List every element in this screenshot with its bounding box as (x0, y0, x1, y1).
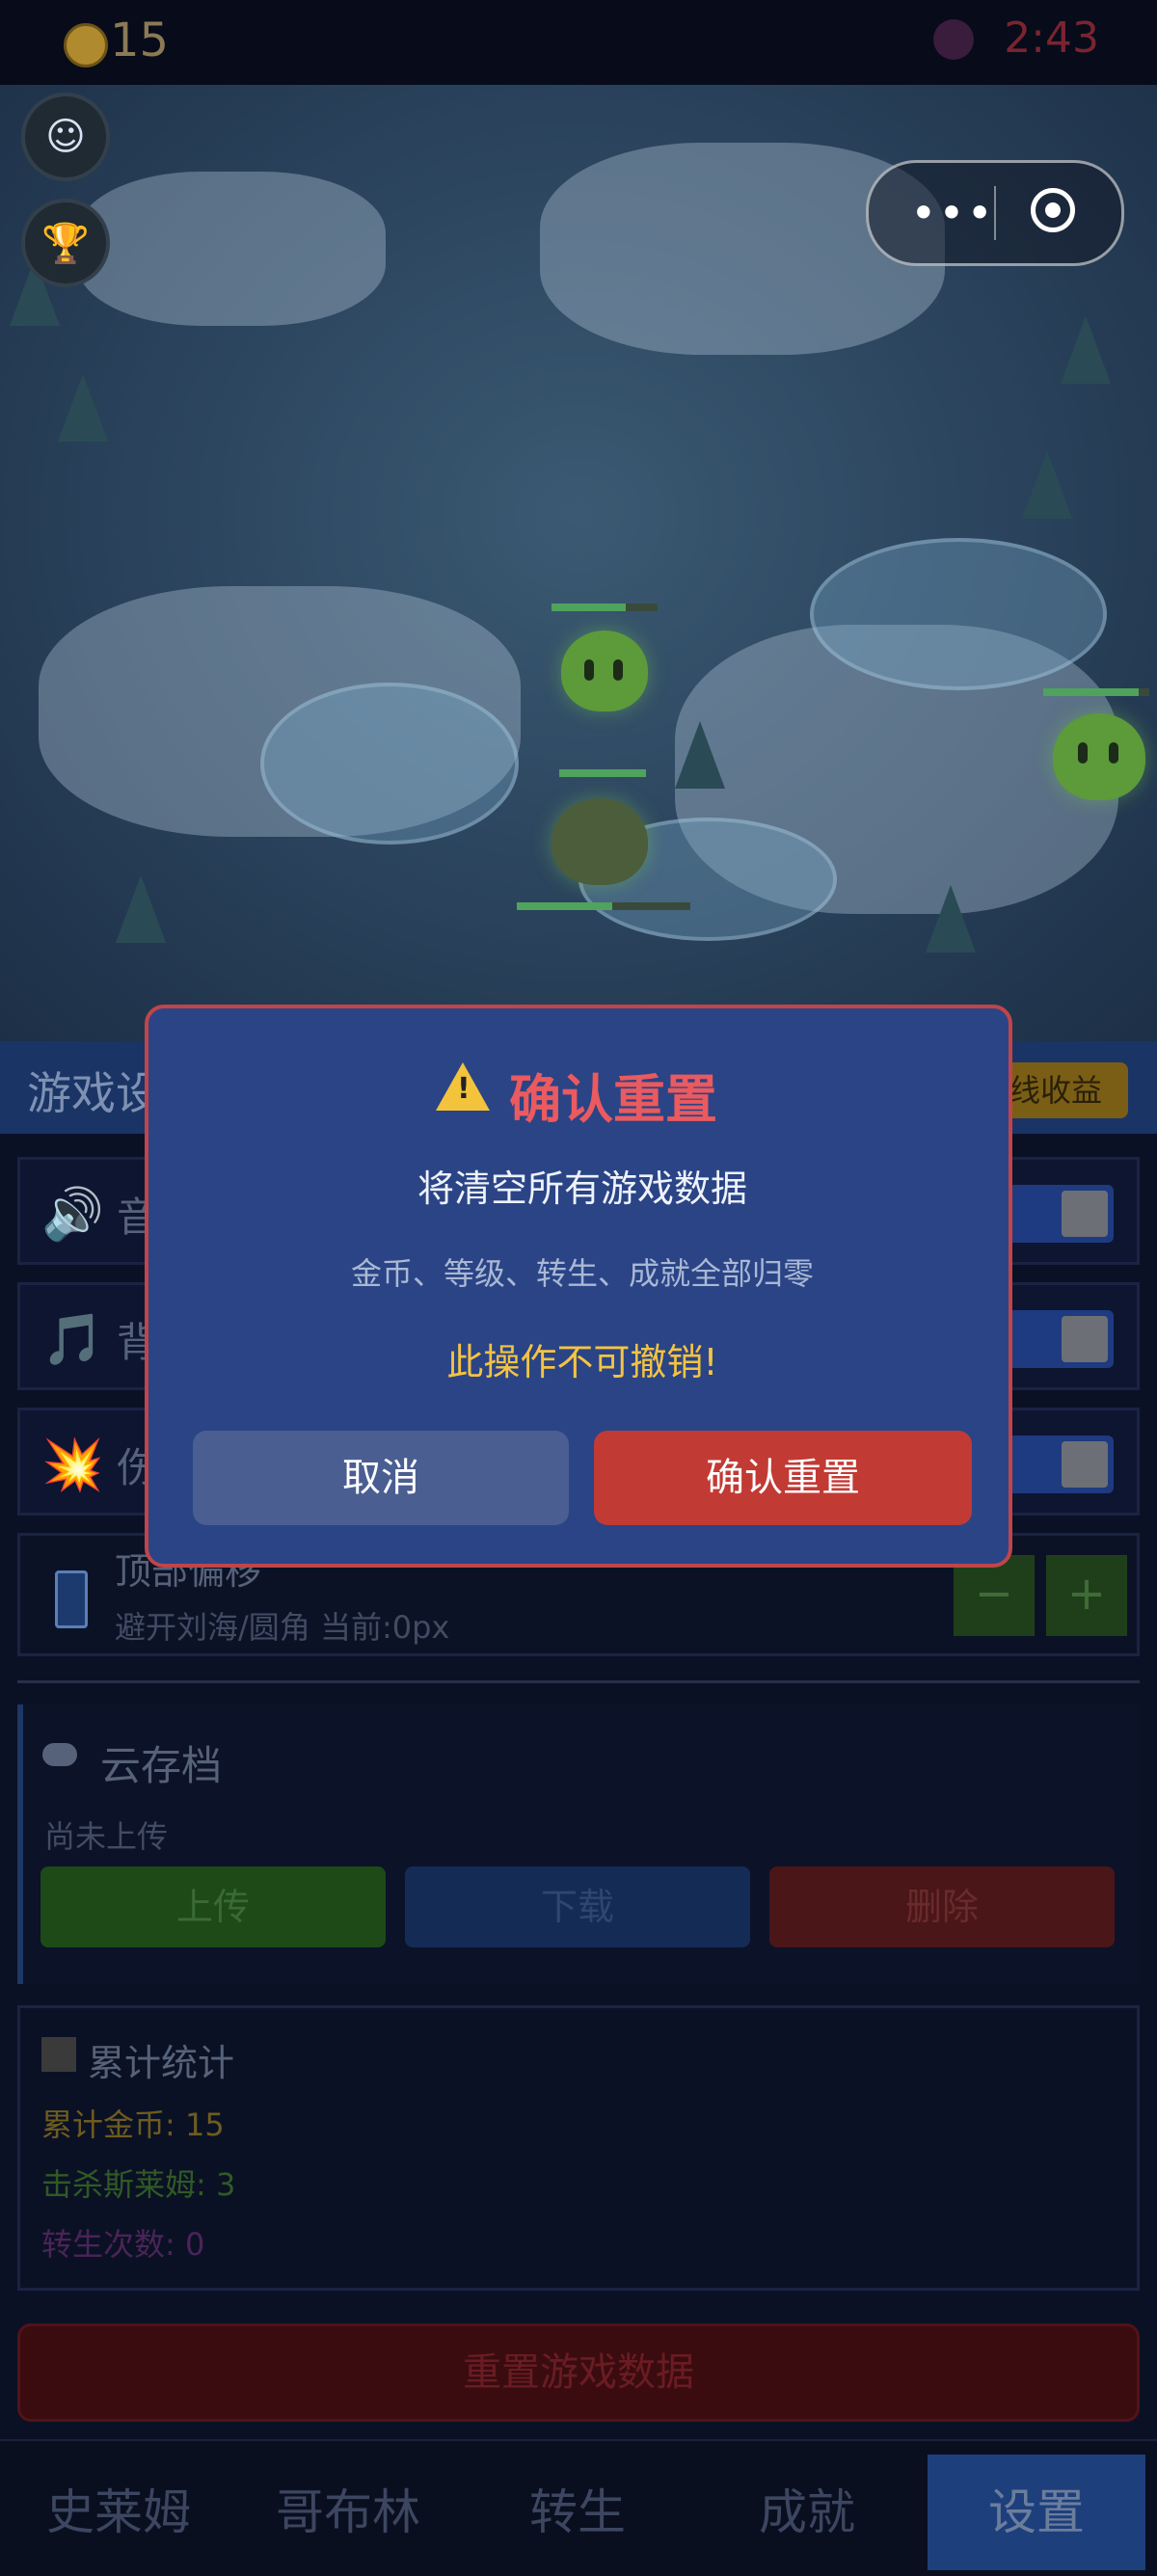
tab-settings[interactable]: 设置 (928, 2455, 1145, 2570)
goblin-hero (552, 798, 648, 885)
total-coins-stat: 累计金币: 15 (41, 2106, 225, 2143)
dialog-detail: 金币、等级、转生、成就全部归零 (350, 1255, 814, 1292)
bar-chart-icon (41, 2037, 76, 2072)
tab-achievements[interactable]: 成就 (698, 2455, 916, 2570)
trophy-button[interactable]: 🏆 (21, 199, 110, 287)
status-bar: 15 2:43 (0, 0, 1157, 87)
frozen-pond (810, 538, 1107, 690)
stats-title: 累计统计 (88, 2042, 235, 2084)
tab-slime[interactable]: 史莱姆 (10, 2455, 228, 2570)
cancel-button[interactable]: 取消 (193, 1431, 569, 1525)
pine-tree (1022, 451, 1072, 519)
ghost-icon (933, 19, 974, 60)
frozen-pond (260, 683, 519, 845)
download-button[interactable]: 下载 (405, 1866, 750, 1947)
pine-tree (1061, 316, 1111, 384)
hero-avatar-button[interactable]: ☺ (21, 93, 110, 181)
offset-description: 避开刘海/圆角 当前:0px (115, 1609, 450, 1646)
slime-enemy[interactable] (1053, 713, 1145, 800)
cloud-save-status: 尚未上传 (44, 1818, 169, 1855)
dialog-title: 确认重置 (509, 1069, 717, 1130)
slime-health-bar (1043, 688, 1149, 696)
reset-game-data-button[interactable]: 重置游戏数据 (17, 2323, 1140, 2422)
warning-icon: ! (436, 1062, 490, 1111)
pine-tree (58, 374, 108, 442)
sound-toggle[interactable] (1008, 1185, 1114, 1243)
timer-readout: 2:43 (1004, 13, 1099, 63)
confirm-reset-dialog: ! 确认重置 将清空所有游戏数据 金币、等级、转生、成就全部归零 此操作不可撤销… (145, 1005, 1012, 1568)
cloud-save-section: 云存档 尚未上传 上传 下载 删除 (17, 1704, 1140, 1984)
pine-tree (116, 875, 166, 943)
upload-button[interactable]: 上传 (40, 1866, 386, 1947)
dialog-message: 将清空所有游戏数据 (417, 1167, 747, 1210)
damage-toggle[interactable] (1008, 1436, 1114, 1493)
stats-section: 累计统计 累计金币: 15 击杀斯莱姆: 3 转生次数: 0 (17, 2005, 1140, 2291)
cloud-icon (42, 1743, 77, 1766)
pine-tree (675, 721, 725, 789)
coin-count: 15 (110, 13, 170, 67)
hero-health-bar (559, 769, 646, 777)
pine-tree (926, 885, 976, 953)
close-miniprogram-button[interactable] (1031, 188, 1075, 232)
phone-icon (55, 1570, 88, 1628)
rebirth-count-stat: 转生次数: 0 (41, 2226, 205, 2263)
tab-goblin[interactable]: 哥布林 (239, 2455, 457, 2570)
hero-exp-bar (517, 902, 690, 910)
coin-icon (64, 23, 108, 67)
bottom-tab-bar: 史莱姆 哥布林 转生 成就 设置 (0, 2439, 1157, 2576)
music-icon: 🎵 (41, 1311, 104, 1369)
damage-burst-icon: 💥 (41, 1436, 104, 1494)
cloud-save-title: 云存档 (100, 1742, 223, 1789)
dialog-warning: 此操作不可撤销! (446, 1341, 718, 1383)
slime-health-bar (552, 604, 658, 611)
offset-increase-button[interactable]: + (1046, 1555, 1127, 1636)
section-divider (17, 1680, 1140, 1683)
snow-patch (77, 172, 386, 326)
confirm-reset-button[interactable]: 确认重置 (594, 1431, 972, 1525)
slime-kills-stat: 击杀斯莱姆: 3 (41, 2166, 236, 2203)
delete-button[interactable]: 删除 (769, 1866, 1115, 1947)
more-menu-button[interactable]: ••• (900, 190, 1006, 236)
slime-enemy[interactable] (561, 631, 648, 711)
capsule-divider (994, 186, 996, 240)
miniprogram-capsule: ••• (866, 160, 1124, 266)
speaker-icon: 🔊 (41, 1186, 104, 1244)
music-toggle[interactable] (1008, 1310, 1114, 1368)
tab-rebirth[interactable]: 转生 (469, 2455, 686, 2570)
